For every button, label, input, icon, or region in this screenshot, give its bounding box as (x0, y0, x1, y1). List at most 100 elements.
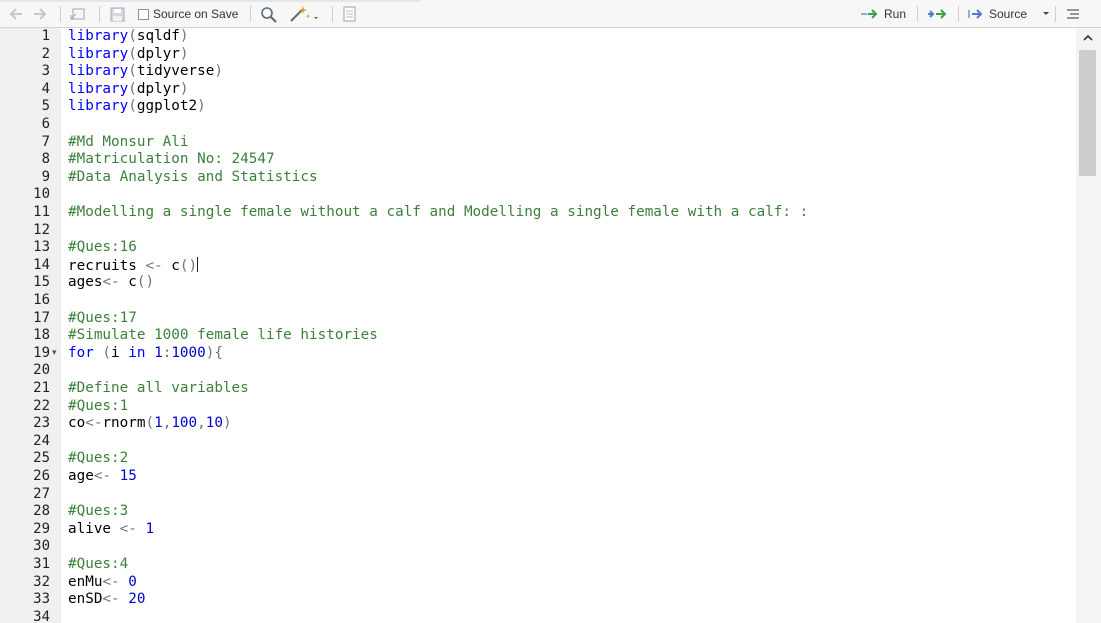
code-token: ) (197, 98, 206, 115)
code-token: library (68, 63, 129, 80)
line-number: 31 (33, 556, 50, 572)
code-text: co<-rnorm(1,100,10) (68, 415, 232, 433)
code-comment: #Ques:16 (68, 239, 137, 256)
code-comment: #Simulate 1000 female life histories (68, 327, 378, 344)
code-token: 0 (119, 573, 137, 590)
code-token: ( (145, 415, 155, 432)
code-line[interactable]: 20 (0, 362, 1076, 380)
save-icon[interactable] (110, 5, 125, 23)
line-number: 15 (33, 274, 50, 291)
code-token: tidyverse (136, 63, 215, 80)
line-number: 14 (33, 256, 50, 273)
code-line[interactable]: 24 (0, 433, 1076, 451)
code-tools-wand-icon[interactable] (289, 5, 319, 23)
code-text: #Modelling a single female without a cal… (68, 204, 808, 222)
code-line[interactable]: 28 #Ques:3 (0, 503, 1076, 521)
code-line[interactable]: 12 (0, 222, 1076, 240)
line-number: 1 (41, 28, 50, 44)
code-text: #Ques:4 (68, 556, 128, 574)
code-text: #Ques:2 (68, 450, 128, 468)
code-line[interactable]: 30 (0, 538, 1076, 556)
code-text: enSD<- 20 (68, 591, 145, 609)
line-number: 26 (33, 468, 50, 484)
code-token: ( (128, 98, 137, 115)
line-number: 33 (33, 591, 50, 608)
code-line[interactable]: 33 enSD<- 20 (0, 591, 1076, 609)
rerun-icon[interactable] (927, 5, 949, 23)
tab-strip-edge (0, 0, 420, 2)
code-line[interactable]: 31 #Ques:4 (0, 556, 1076, 574)
code-line[interactable]: 9 #Data Analysis and Statistics (0, 169, 1076, 187)
outline-icon[interactable] (1066, 5, 1080, 23)
code-token: ) (179, 28, 189, 44)
run-button[interactable]: Run (860, 5, 906, 23)
code-line[interactable]: 6 (0, 116, 1076, 134)
editor-toolbar: Source on Save Run Source (0, 0, 1101, 28)
code-token: ( (93, 344, 112, 361)
code-line[interactable]: 11 #Modelling a single female without a c… (0, 204, 1076, 222)
code-line[interactable]: 17 #Ques:17 (0, 310, 1076, 328)
code-token: ggplot2 (136, 98, 198, 115)
code-line[interactable]: 27 (0, 486, 1076, 504)
code-editor[interactable]: 1 library(sqldf) 2 library(dplyr) 3 library(t… (0, 28, 1076, 623)
code-line[interactable]: 26 age<- 15 (0, 468, 1076, 486)
compile-report-icon[interactable] (342, 5, 357, 23)
code-line[interactable]: 4 library(dplyr) (0, 81, 1076, 99)
code-line[interactable]: 7 #Md Monsur Ali (0, 134, 1076, 152)
source-button[interactable]: Source (967, 5, 1051, 23)
search-icon[interactable] (260, 5, 277, 23)
line-number: 16 (33, 292, 50, 308)
chevron-down-icon[interactable] (1041, 11, 1051, 17)
code-token: , (197, 415, 206, 432)
code-token: () (179, 257, 198, 274)
code-line[interactable]: 25 #Ques:2 (0, 450, 1076, 468)
code-line[interactable]: 3 library(tidyverse) (0, 63, 1076, 81)
code-line[interactable]: 23 co<-rnorm(1,100,10) (0, 415, 1076, 433)
code-line[interactable]: 34 (0, 609, 1076, 623)
line-number: 7 (41, 133, 50, 150)
code-line[interactable]: 16 (0, 292, 1076, 310)
code-line[interactable]: 14 recruits <- c() (0, 256, 1076, 275)
code-line[interactable]: 21 #Define all variables (0, 380, 1076, 398)
code-line[interactable]: 32 enMu<- 0 (0, 574, 1076, 592)
code-line[interactable]: 22 #Ques:1 (0, 398, 1076, 416)
vertical-scrollbar[interactable] (1076, 28, 1101, 623)
fold-toggle-icon[interactable]: ▾ (52, 345, 57, 363)
code-line[interactable]: 19 ▾ for (i in 1:1000){ (0, 345, 1076, 363)
code-token: enMu (68, 573, 103, 590)
code-text: ages<- c() (68, 274, 154, 292)
toolbar-separator (958, 6, 959, 22)
code-line[interactable]: 13 #Ques:16 (0, 239, 1076, 257)
code-token: ( (128, 80, 137, 97)
code-text: library(sqldf) (68, 28, 189, 46)
code-text: library(dplyr) (68, 81, 189, 99)
show-in-window-icon[interactable] (70, 5, 86, 23)
scroll-thumb[interactable] (1079, 50, 1096, 176)
line-number: 19 (33, 344, 50, 361)
code-line[interactable]: 8 #Matriculation No: 24547 (0, 151, 1076, 169)
line-number: 3 (41, 63, 50, 80)
code-token: for (68, 344, 94, 361)
line-number: 24 (33, 432, 50, 449)
code-comment: #Md Monsur Ali (68, 133, 189, 150)
code-line[interactable]: 18 #Simulate 1000 female life histories (0, 327, 1076, 345)
code-line[interactable]: 10 (0, 186, 1076, 204)
code-token: <- (85, 415, 103, 432)
code-line[interactable]: 15 ages<- c() (0, 274, 1076, 292)
code-comment: #Modelling a single female without a cal… (68, 204, 809, 220)
checkbox-box[interactable] (138, 8, 149, 20)
back-icon[interactable] (8, 5, 24, 23)
code-text: for (i in 1:1000){ (68, 345, 223, 363)
code-line[interactable]: 5 library(ggplot2) (0, 98, 1076, 116)
code-comment: #Define all variables (68, 380, 249, 396)
source-on-save-checkbox[interactable]: Source on Save (138, 5, 238, 23)
code-line[interactable]: 1 library(sqldf) (0, 28, 1076, 46)
text-cursor (197, 256, 199, 272)
code-text: #Ques:17 (68, 310, 137, 328)
scroll-up-icon[interactable] (1082, 32, 1094, 44)
code-token: library (68, 80, 129, 97)
code-line[interactable]: 2 library(dplyr) (0, 46, 1076, 64)
forward-icon[interactable] (32, 5, 48, 23)
code-token: ( (128, 63, 137, 80)
code-line[interactable]: 29 alive <- 1 (0, 521, 1076, 539)
